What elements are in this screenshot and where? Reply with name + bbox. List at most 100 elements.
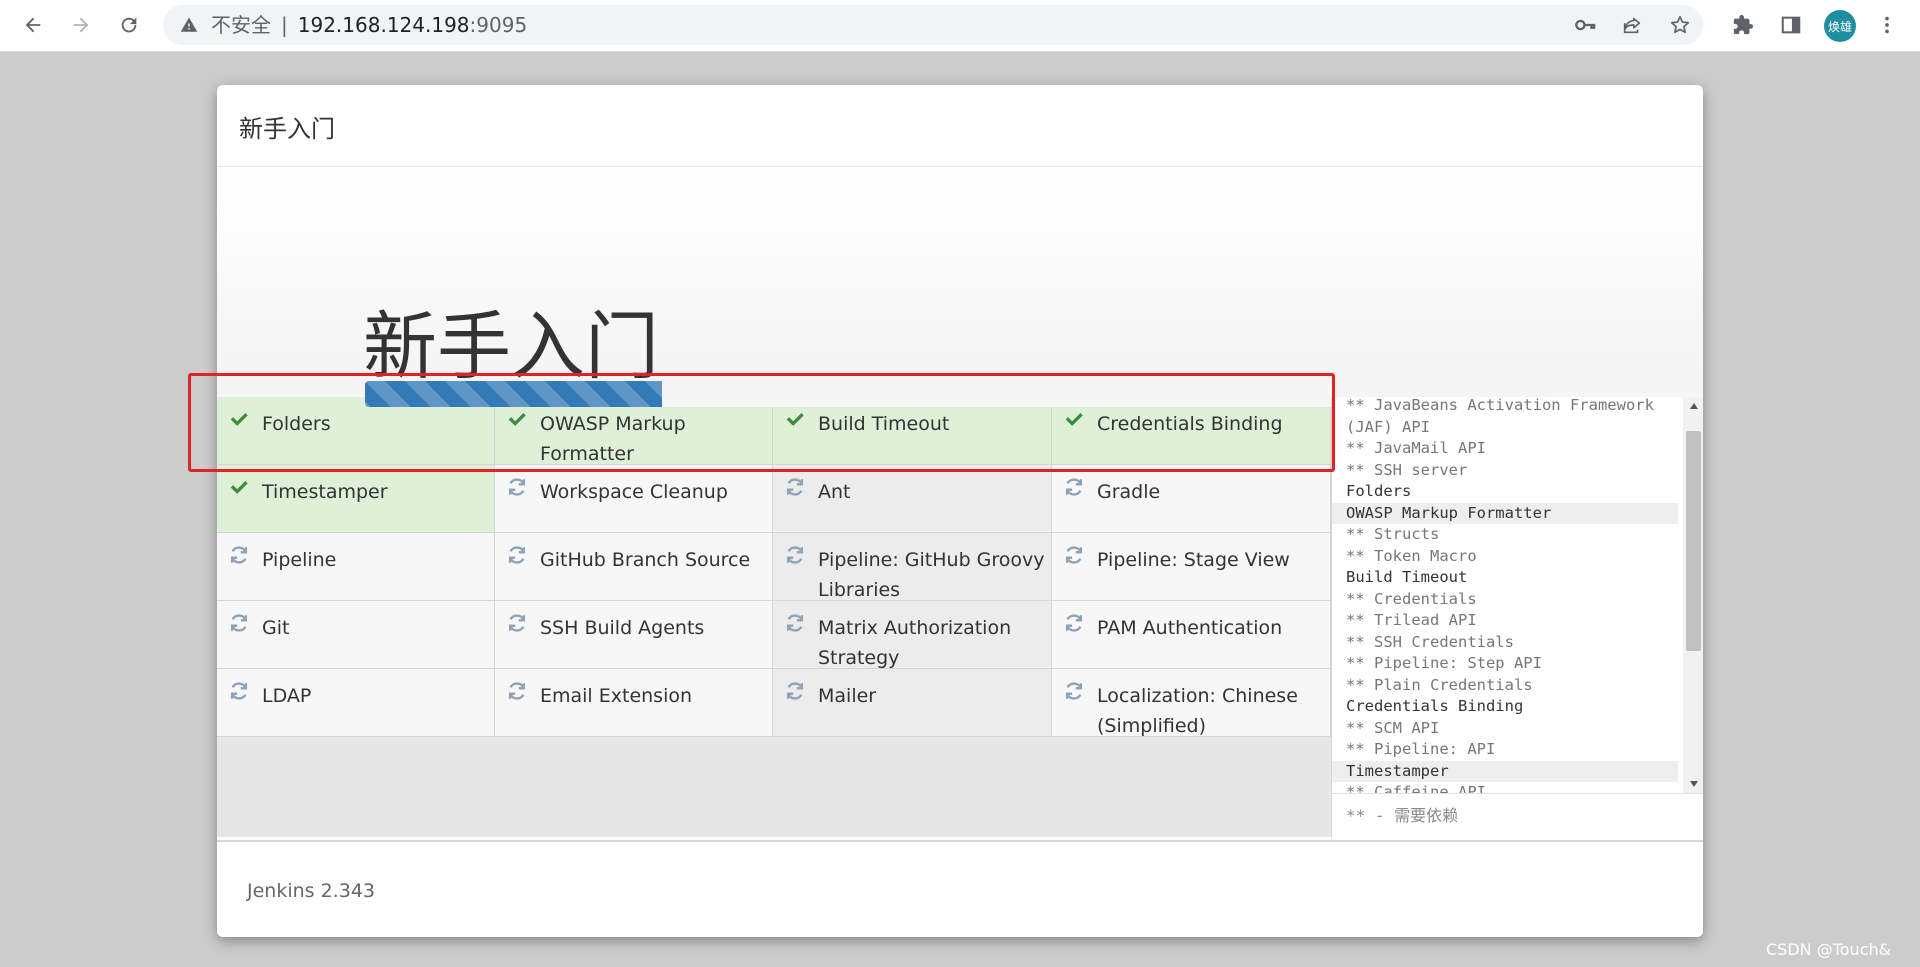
browser-toolbar: 不安全 | 192.168.124.198:9095 焕雄 [0, 0, 1920, 52]
plugin-item: Timestamper [217, 465, 495, 533]
log-line: Credentials Binding [1346, 697, 1524, 715]
address-bar[interactable]: 不安全 | 192.168.124.198:9095 [163, 5, 1703, 45]
log-line: ** Pipeline: Step API [1346, 654, 1542, 672]
star-icon[interactable] [1666, 11, 1694, 39]
warning-icon[interactable] [179, 15, 199, 35]
plugin-name: Git [262, 617, 290, 639]
plugin-name: Localization: Chinese (Simplified) [1097, 685, 1298, 737]
refresh-icon [781, 473, 809, 501]
refresh-icon [781, 609, 809, 637]
plugin-item: GitHub Branch Source [495, 533, 773, 601]
log-line: ** Caffeine API [1346, 783, 1486, 793]
plugin-item: Git [217, 601, 495, 669]
back-icon[interactable] [16, 8, 50, 42]
plugin-name: Gradle [1097, 481, 1161, 503]
plugin-name: Email Extension [540, 685, 693, 707]
refresh-icon [1060, 541, 1088, 569]
extensions-icon[interactable] [1726, 8, 1760, 42]
setup-dialog: 新手入门 新手入门 Folders OWASP Markup Formatter B… [217, 85, 1703, 937]
log-line: ** SCM API [1346, 718, 1440, 737]
dialog-footer: Jenkins 2.343 [217, 840, 1703, 937]
plugin-item: Pipeline [217, 533, 495, 601]
avatar[interactable]: 焕雄 [1824, 10, 1856, 42]
url-host: 192.168.124.198 [297, 13, 470, 37]
log-line: (JAF) API [1346, 417, 1430, 436]
plugin-name: Matrix Authorization Strategy [818, 617, 1012, 669]
log-line: ** Credentials [1346, 589, 1477, 608]
url-port: :9095 [469, 13, 528, 37]
log-legend: ** - 需要依赖 [1332, 793, 1703, 837]
scroll-thumb[interactable] [1686, 431, 1701, 651]
refresh-icon [503, 609, 531, 637]
check-icon [225, 473, 253, 501]
watermark: CSDN @Touch& [1766, 940, 1892, 959]
key-icon[interactable] [1571, 11, 1599, 39]
plugin-name: Pipeline: GitHub Groovy Libraries [818, 549, 1045, 601]
scroll-up-icon[interactable] [1683, 397, 1703, 415]
refresh-icon [503, 677, 531, 705]
scroll-down-icon[interactable] [1683, 775, 1703, 793]
plugin-name: GitHub Branch Source [540, 549, 751, 571]
plugin-item: Matrix Authorization Strategy [773, 601, 1052, 669]
dialog-title: 新手入门 [239, 115, 335, 143]
log-line: ** SSH server [1346, 460, 1468, 479]
plugin-name: Timestamper [262, 481, 388, 503]
reload-icon[interactable] [112, 8, 146, 42]
log-line: ** JavaBeans Activation Framework [1346, 397, 1654, 414]
plugin-name: Mailer [818, 685, 877, 707]
log-line: Folders [1346, 482, 1412, 500]
log-line: OWASP Markup Formatter [1332, 502, 1678, 524]
plugin-name: Workspace Cleanup [540, 481, 728, 503]
plugin-name: Pipeline: Stage View [1097, 549, 1290, 571]
url-text: 不安全 | 192.168.124.198:9095 [211, 5, 527, 45]
refresh-icon [503, 473, 531, 501]
log-line: ** JavaMail API [1346, 439, 1486, 457]
install-log[interactable]: ** JavaBeans Activation Framework (JAF) A… [1332, 397, 1703, 793]
log-line: ** Token Macro [1346, 546, 1477, 565]
url-separator: | [281, 13, 288, 37]
refresh-icon [225, 609, 253, 637]
menu-icon[interactable] [1870, 8, 1904, 42]
log-scrollbar[interactable] [1683, 397, 1703, 793]
refresh-icon [503, 541, 531, 569]
forward-icon[interactable] [64, 8, 98, 42]
refresh-icon [781, 677, 809, 705]
refresh-icon [1060, 677, 1088, 705]
plugin-item: Email Extension [495, 669, 773, 737]
plugin-item: Ant [773, 465, 1052, 533]
log-line: ** Plain Credentials [1346, 675, 1533, 694]
security-label: 不安全 [211, 13, 271, 37]
log-line: ** Pipeline: API [1346, 740, 1496, 758]
plugin-item: SSH Build Agents [495, 601, 773, 669]
plugin-name: SSH Build Agents [540, 617, 705, 639]
plugin-item: Gradle [1052, 465, 1331, 533]
refresh-icon [225, 677, 253, 705]
plugin-name: LDAP [262, 685, 312, 707]
log-line: Timestamper [1332, 760, 1678, 782]
plugin-name: PAM Authentication [1097, 617, 1283, 639]
plugin-item: Mailer [773, 669, 1052, 737]
plugin-name: Ant [818, 481, 851, 503]
plugin-item: Pipeline: GitHub Groovy Libraries [773, 533, 1052, 601]
refresh-icon [1060, 473, 1088, 501]
log-line: ** Trilead API [1346, 611, 1477, 629]
refresh-icon [781, 541, 809, 569]
install-log-panel: ** JavaBeans Activation Framework (JAF) A… [1331, 397, 1703, 837]
log-line: ** Structs [1346, 525, 1440, 543]
plugin-item: LDAP [217, 669, 495, 737]
annotation-highlight-box [188, 373, 1335, 472]
log-line: Build Timeout [1346, 568, 1468, 586]
share-icon[interactable] [1618, 11, 1646, 39]
plugin-item: Workspace Cleanup [495, 465, 773, 533]
plugin-name: Pipeline [262, 549, 337, 571]
refresh-icon [225, 541, 253, 569]
refresh-icon [1060, 609, 1088, 637]
plugin-item: Pipeline: Stage View [1052, 533, 1331, 601]
jenkins-version: Jenkins 2.343 [247, 880, 375, 902]
plugin-item: PAM Authentication [1052, 601, 1331, 669]
side-panel-icon[interactable] [1774, 8, 1808, 42]
plugin-item: Localization: Chinese (Simplified) [1052, 669, 1331, 737]
dialog-header: 新手入门 [217, 85, 1703, 167]
log-line: ** SSH Credentials [1346, 632, 1514, 651]
log-lines: ** JavaBeans Activation Framework (JAF) A… [1332, 397, 1678, 793]
